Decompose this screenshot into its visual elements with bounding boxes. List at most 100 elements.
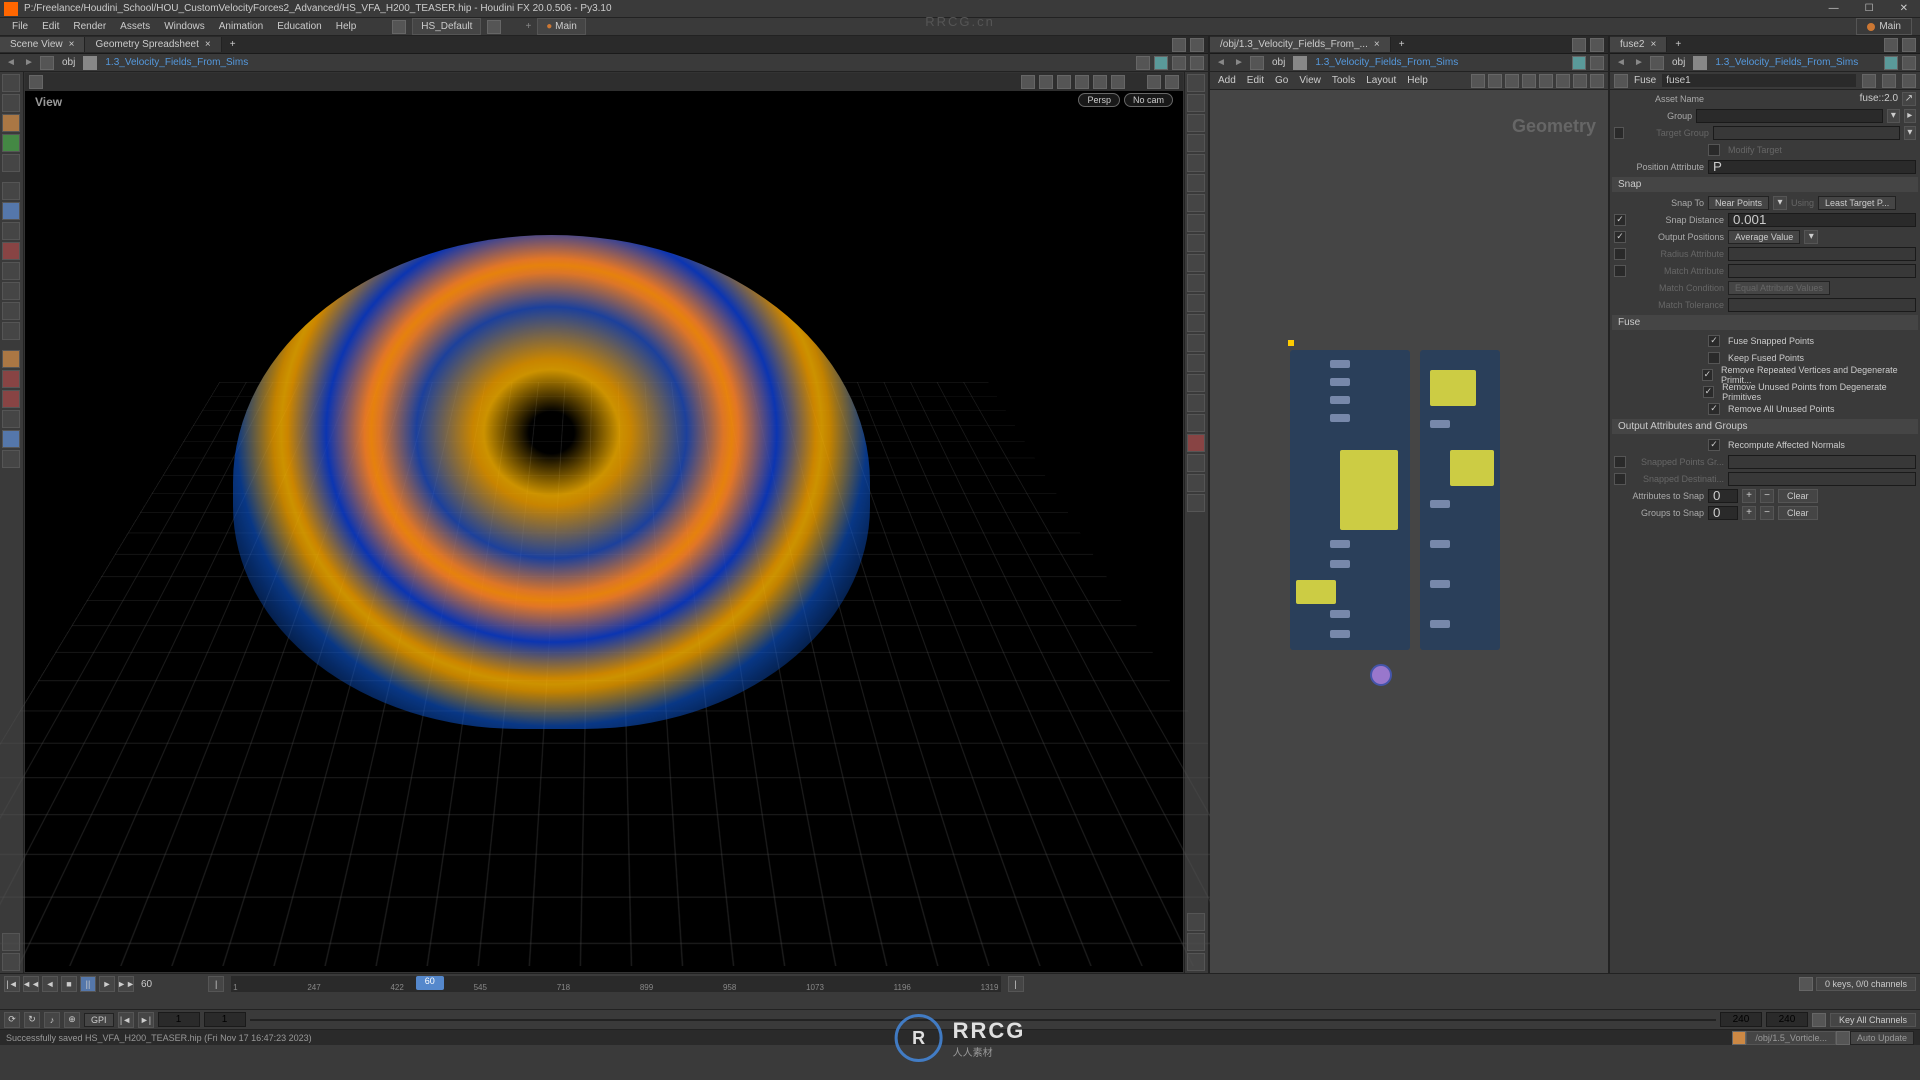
target-group-check[interactable] xyxy=(1614,127,1624,139)
start-frame-field[interactable] xyxy=(158,1012,200,1027)
range-start-icon[interactable]: | xyxy=(208,976,224,992)
desktop-button[interactable]: ● Main xyxy=(537,18,586,35)
rotate-icon[interactable] xyxy=(2,202,20,220)
stop-button[interactable]: ■ xyxy=(61,976,77,992)
node[interactable] xyxy=(1430,620,1450,628)
pane-fullscreen-icon[interactable] xyxy=(1172,38,1186,52)
tab-close-icon[interactable]: × xyxy=(1650,39,1656,50)
realtime-icon[interactable]: ⟳ xyxy=(4,1012,20,1028)
camera-icon[interactable] xyxy=(1165,75,1179,89)
current-frame-field[interactable] xyxy=(204,1012,246,1027)
end-frame-field[interactable] xyxy=(1720,1012,1762,1027)
tab-param[interactable]: fuse2 × xyxy=(1610,37,1667,52)
shelf-prev-icon[interactable] xyxy=(392,20,406,34)
node-name-field[interactable]: fuse1 xyxy=(1662,74,1856,87)
group-select-icon[interactable]: ▸ xyxy=(1904,109,1916,123)
disp-vol-icon[interactable] xyxy=(1187,494,1205,512)
node[interactable] xyxy=(1330,396,1350,404)
net-menu-tools[interactable]: Tools xyxy=(1328,73,1359,88)
menu-education[interactable]: Education xyxy=(273,19,325,34)
light-icon[interactable] xyxy=(2,350,20,368)
sticky-note[interactable] xyxy=(1450,450,1494,486)
snapshot2-icon[interactable] xyxy=(1147,75,1161,89)
nav-fwd-icon[interactable]: ► xyxy=(1232,56,1246,70)
out-pos-check[interactable] xyxy=(1614,231,1626,243)
ghost-icon[interactable] xyxy=(1057,75,1071,89)
remove-all-check[interactable] xyxy=(1708,403,1720,415)
snap-dist-field[interactable] xyxy=(1728,213,1916,227)
take-icon[interactable] xyxy=(1172,56,1186,70)
shelf-set-button[interactable]: HS_Default xyxy=(412,18,481,35)
node[interactable] xyxy=(1330,560,1350,568)
help2-icon[interactable] xyxy=(1882,74,1896,88)
net-find-icon[interactable] xyxy=(1471,74,1485,88)
node[interactable] xyxy=(1330,630,1350,638)
home-icon[interactable] xyxy=(40,56,54,70)
net-list-icon[interactable] xyxy=(1488,74,1502,88)
group-field[interactable] xyxy=(1696,109,1883,123)
disp-profile-icon[interactable] xyxy=(1187,214,1205,232)
end-frame-field2[interactable] xyxy=(1766,1012,1808,1027)
pin-icon[interactable] xyxy=(1136,56,1150,70)
groups-snap-field[interactable] xyxy=(1708,506,1738,520)
dropdown-icon[interactable]: ▾ xyxy=(1773,196,1787,210)
net-perf-icon[interactable] xyxy=(1573,74,1587,88)
remove-unused-check[interactable] xyxy=(1703,386,1714,398)
net-menu-add[interactable]: Add xyxy=(1214,73,1240,88)
tab-network[interactable]: /obj/1.3_Velocity_Fields_From_... × xyxy=(1210,37,1391,52)
tab-add-button[interactable]: + xyxy=(1391,37,1413,52)
disp-smooth-icon[interactable] xyxy=(1187,414,1205,432)
disp-marker-icon[interactable] xyxy=(1187,294,1205,312)
render-region-icon[interactable] xyxy=(2,430,20,448)
pin2-icon[interactable] xyxy=(1590,56,1604,70)
step-fwd-icon[interactable]: ►| xyxy=(138,1012,154,1028)
select-icon[interactable] xyxy=(2,94,20,112)
sticky-note[interactable] xyxy=(1340,450,1398,530)
tab-close-icon[interactable]: × xyxy=(205,39,211,50)
move-icon[interactable] xyxy=(2,182,20,200)
home-icon[interactable] xyxy=(1650,56,1664,70)
range-lock-icon[interactable] xyxy=(1812,1013,1826,1027)
menu-render[interactable]: Render xyxy=(69,19,110,34)
play-rev-button[interactable]: ◄ xyxy=(42,976,58,992)
disp-shaded-icon[interactable] xyxy=(1187,354,1205,372)
shading-icon[interactable] xyxy=(1021,75,1035,89)
desktop-selector[interactable]: Main xyxy=(1856,18,1912,35)
pane-menu-icon[interactable] xyxy=(1902,38,1916,52)
inspect-icon[interactable] xyxy=(2,302,20,320)
node[interactable] xyxy=(1330,414,1350,422)
net-tree-icon[interactable] xyxy=(1505,74,1519,88)
minus-button[interactable]: − xyxy=(1760,489,1774,503)
pane-menu-icon[interactable] xyxy=(1590,38,1604,52)
nav-back-icon[interactable]: ◄ xyxy=(1214,56,1228,70)
pose-icon[interactable] xyxy=(2,242,20,260)
home-icon[interactable] xyxy=(1250,56,1264,70)
sticky-note[interactable] xyxy=(1296,580,1336,604)
net-menu-go[interactable]: Go xyxy=(1271,73,1292,88)
pause-button[interactable]: || xyxy=(80,976,96,992)
select-obj-icon[interactable] xyxy=(2,114,20,132)
clear-button[interactable]: Clear xyxy=(1778,489,1818,503)
shelf-next-icon[interactable] xyxy=(487,20,501,34)
anim-settings-icon[interactable] xyxy=(1799,977,1813,991)
node[interactable] xyxy=(1330,540,1350,548)
snapped-points-check[interactable] xyxy=(1614,456,1626,468)
net-menu-edit[interactable]: Edit xyxy=(1243,73,1268,88)
tab-scene-view[interactable]: Scene View × xyxy=(0,37,85,52)
anim-mode[interactable]: GPI xyxy=(84,1013,114,1027)
key-all-button[interactable]: Key All Channels xyxy=(1830,1013,1916,1027)
pos-attr-field[interactable] xyxy=(1708,160,1916,174)
net-info-icon[interactable] xyxy=(1556,74,1570,88)
link-icon[interactable] xyxy=(1572,56,1586,70)
net-menu-view[interactable]: View xyxy=(1295,73,1325,88)
remove-repeated-check[interactable] xyxy=(1702,369,1713,381)
disp-particles-icon[interactable] xyxy=(1187,174,1205,192)
minus-button[interactable]: − xyxy=(1760,506,1774,520)
plus-button[interactable]: + xyxy=(1742,506,1756,520)
fuse-section[interactable]: Fuse xyxy=(1612,315,1918,330)
node[interactable] xyxy=(1430,540,1450,548)
path-root[interactable]: obj xyxy=(1668,56,1689,69)
disp-vis-icon[interactable] xyxy=(1187,314,1205,332)
tg-menu-icon[interactable]: ▾ xyxy=(1904,126,1916,140)
wire-icon[interactable] xyxy=(1039,75,1053,89)
